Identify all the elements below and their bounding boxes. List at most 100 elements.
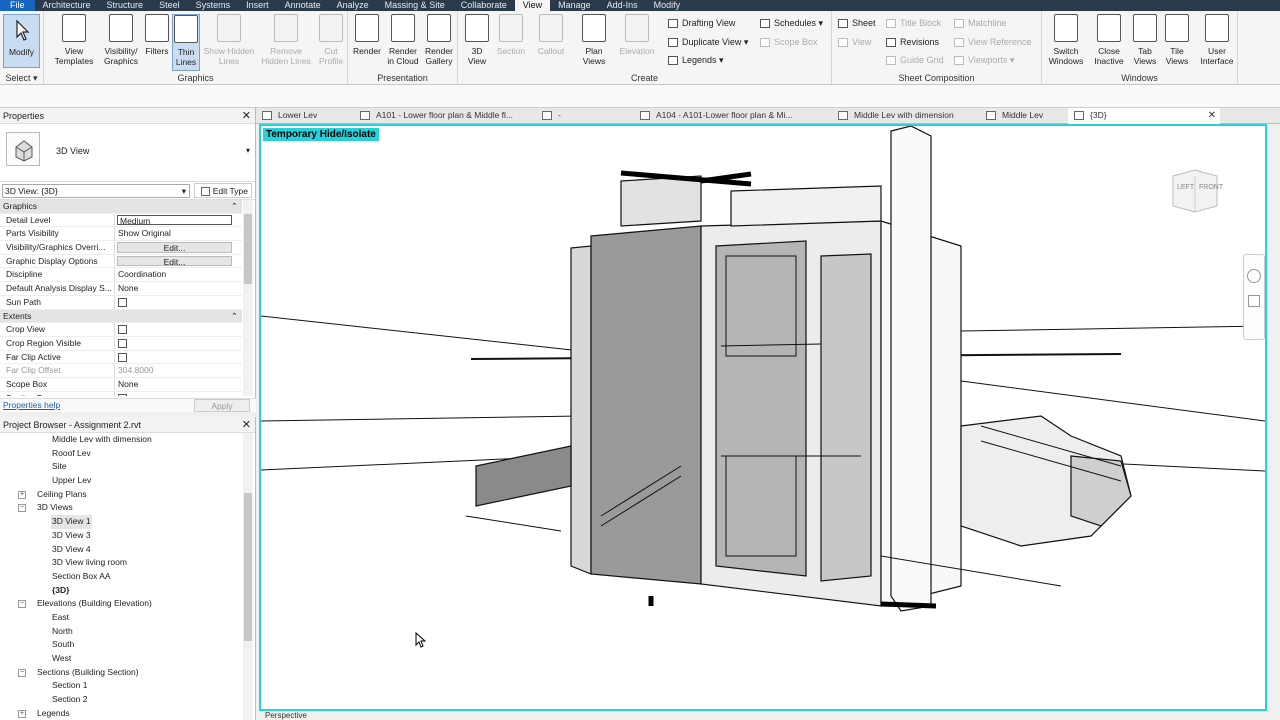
ribbon-tab-analyze[interactable]: Analyze — [329, 0, 377, 11]
view-button[interactable]: View — [838, 36, 871, 48]
ribbon-tab-massing-site[interactable]: Massing & Site — [377, 0, 453, 11]
tree-item[interactable]: 3D View living room — [0, 556, 242, 570]
tree-item[interactable]: 3D View 3 — [0, 529, 242, 543]
ribbon-tab-architecture[interactable]: Architecture — [35, 0, 99, 11]
collapse-icon[interactable]: − — [18, 504, 26, 513]
property-value[interactable]: Show Original — [115, 227, 242, 240]
property-checkbox[interactable] — [118, 352, 127, 362]
collapse-icon[interactable]: − — [18, 600, 26, 609]
legends-button[interactable]: Legends ▾ — [668, 54, 724, 66]
tree-item[interactable]: Site — [0, 460, 242, 474]
3d-view-button[interactable]: 3D View — [462, 14, 492, 66]
apply-button[interactable]: Apply — [194, 399, 250, 412]
tree-item[interactable]: Section 1 — [0, 679, 242, 693]
tile-views-button[interactable]: Tile Views — [1162, 14, 1192, 66]
tree-item[interactable]: East — [0, 611, 242, 625]
ribbon-tab-structure[interactable]: Structure — [99, 0, 152, 11]
tree-item[interactable]: Middle Lev with dimension — [0, 433, 242, 447]
section-button[interactable]: Section — [494, 14, 528, 56]
switch-windows-button[interactable]: Switch Windows — [1046, 14, 1086, 66]
remove-hidden-lines-button[interactable]: Remove Hidden Lines — [258, 14, 314, 66]
property-value-field[interactable]: Medium — [117, 214, 232, 226]
cut-profile-button[interactable]: Cut Profile — [316, 14, 346, 66]
view-templates-button[interactable]: View Templates — [50, 14, 98, 66]
select-panel-title[interactable]: Select ▾ — [0, 73, 43, 84]
zoom-icon[interactable] — [1248, 295, 1260, 307]
property-checkbox[interactable] — [118, 393, 127, 396]
browser-scrollbar[interactable] — [243, 433, 253, 720]
property-value[interactable]: None — [115, 378, 242, 391]
tree-item[interactable]: − Elevations (Building Elevation) — [0, 597, 242, 611]
tree-item[interactable]: − Sections (Building Section) — [0, 666, 242, 680]
ribbon-tab-annotate[interactable]: Annotate — [277, 0, 329, 11]
property-checkbox[interactable] — [118, 339, 127, 349]
view-mode-label[interactable]: Perspective — [265, 711, 307, 720]
tree-item[interactable]: + Ceiling Plans — [0, 488, 242, 502]
ribbon-tab-steel[interactable]: Steel — [151, 0, 188, 11]
edit-button[interactable]: Edit... — [117, 255, 232, 267]
document-tab[interactable]: A101 - Lower floor plan & Middle fl... — [354, 108, 534, 123]
elevation-button[interactable]: Elevation — [614, 14, 660, 56]
thin-lines-button[interactable]: Thin Lines — [172, 14, 200, 71]
tree-item[interactable]: 3D View 1 — [0, 515, 242, 529]
viewcube[interactable]: LEFT FRONT — [1165, 166, 1225, 216]
close-icon[interactable]: ✕ — [1208, 108, 1216, 123]
tree-item[interactable]: − 3D Views — [0, 501, 242, 515]
document-tab[interactable]: Middle Lev with dimension — [832, 108, 978, 123]
sheet-button[interactable]: Sheet — [838, 17, 876, 29]
document-tab[interactable]: {3D} ✕ — [1068, 108, 1220, 124]
viewport-scrollbar[interactable] — [1267, 124, 1280, 720]
scroll-thumb[interactable] — [244, 214, 252, 284]
plan-views-button[interactable]: Plan Views — [578, 14, 610, 66]
title-block-button[interactable]: Title Block — [886, 17, 941, 29]
property-value[interactable]: None — [115, 282, 242, 295]
guide-grid-button[interactable]: Guide Grid — [886, 54, 944, 66]
property-group-extents[interactable]: Extents ⌃ — [0, 309, 242, 324]
document-tab[interactable]: A104 - A101-Lower floor plan & Mi... — [634, 108, 830, 123]
ribbon-tab-manage[interactable]: Manage — [550, 0, 599, 11]
duplicate-view-button[interactable]: Duplicate View ▾ — [668, 36, 748, 48]
callout-button[interactable]: Callout — [532, 14, 570, 56]
visibility-graphics-button[interactable]: Visibility/ Graphics — [101, 14, 141, 66]
viewports-button[interactable]: Viewports ▾ — [954, 54, 1014, 66]
document-tab[interactable]: Lower Lev — [256, 108, 352, 123]
scope-box-button[interactable]: Scope Box — [760, 36, 818, 48]
tree-item[interactable]: West — [0, 652, 242, 666]
tree-item[interactable]: 3D View 4 — [0, 543, 242, 557]
render-cloud-button[interactable]: Render in Cloud — [385, 14, 421, 66]
close-icon[interactable]: ✕ — [242, 108, 251, 124]
ribbon-tab-collaborate[interactable]: Collaborate — [453, 0, 515, 11]
property-value[interactable]: Coordination — [115, 268, 242, 281]
collapse-icon[interactable]: ⌃ — [231, 200, 238, 213]
schedules-button[interactable]: Schedules ▾ — [760, 17, 823, 29]
drafting-view-button[interactable]: Drafting View — [668, 17, 735, 29]
show-hidden-lines-button[interactable]: Show Hidden Lines — [203, 14, 255, 66]
navigation-bar[interactable] — [1243, 254, 1265, 340]
ribbon-tab-systems[interactable]: Systems — [188, 0, 239, 11]
tree-item[interactable]: South — [0, 638, 242, 652]
render-gallery-button[interactable]: Render Gallery — [423, 14, 455, 66]
property-group-graphics[interactable]: Graphics ⌃ — [0, 200, 242, 214]
close-inactive-button[interactable]: Close Inactive — [1090, 14, 1128, 66]
property-checkbox[interactable] — [118, 298, 127, 308]
ribbon-tab-view[interactable]: View — [514, 0, 551, 11]
collapse-icon[interactable]: − — [18, 668, 26, 677]
tree-item[interactable]: Rooof Lev — [0, 447, 242, 461]
user-interface-button[interactable]: User Interface — [1198, 14, 1236, 66]
type-selector[interactable]: 3D View ▾ — [0, 124, 255, 182]
property-checkbox[interactable] — [118, 325, 127, 335]
matchline-button[interactable]: Matchline — [954, 17, 1007, 29]
render-button[interactable]: Render — [351, 14, 383, 56]
3d-viewport[interactable]: Temporary Hide/Isolate LEFT FRONT — [259, 124, 1267, 711]
ribbon-tab-file[interactable]: File — [0, 0, 35, 11]
document-tab[interactable]: - — [536, 108, 632, 123]
steering-wheel-icon[interactable] — [1247, 269, 1261, 283]
edit-type-button[interactable]: Edit Type — [194, 183, 252, 198]
properties-help-link[interactable]: Properties help — [3, 400, 60, 410]
filters-button[interactable]: Filters — [143, 14, 171, 56]
expand-icon[interactable]: + — [18, 709, 26, 718]
expand-icon[interactable]: + — [18, 490, 26, 499]
properties-scrollbar[interactable] — [243, 200, 253, 396]
ribbon-tab-modify[interactable]: Modify — [646, 0, 689, 11]
modify-button[interactable]: Modify — [3, 14, 40, 68]
